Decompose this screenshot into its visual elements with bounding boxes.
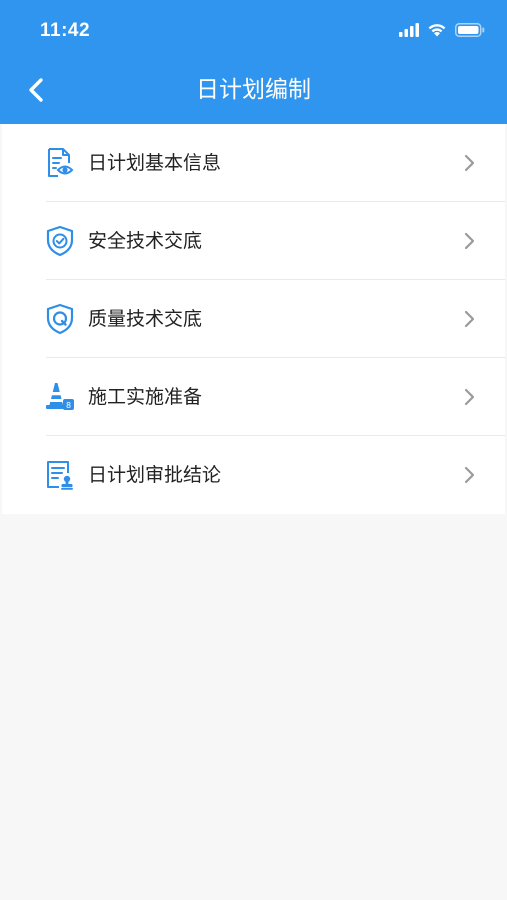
menu-list: 日计划基本信息 安全技术交底 质量技术交底 8 施工实施准备 日计划审批结论 [2, 124, 505, 514]
menu-item-approval-conclusion[interactable]: 日计划审批结论 [2, 436, 505, 514]
chevron-right-icon [463, 310, 475, 328]
chevron-right-icon [463, 466, 475, 484]
menu-item-label: 日计划审批结论 [88, 464, 222, 486]
document-stamp-icon [44, 459, 76, 491]
svg-text:8: 8 [66, 401, 71, 410]
menu-item-quality-briefing[interactable]: 质量技术交底 [2, 280, 505, 358]
menu-item-basic-info[interactable]: 日计划基本信息 [2, 124, 505, 202]
chevron-right-icon [463, 388, 475, 406]
status-time: 11:42 [40, 20, 91, 41]
shield-check-icon [44, 225, 76, 257]
menu-item-label: 质量技术交底 [88, 308, 203, 330]
traffic-cone-icon: 8 [44, 381, 76, 413]
menu-item-label: 施工实施准备 [88, 386, 203, 408]
menu-item-construction-prep[interactable]: 8 施工实施准备 [2, 358, 505, 436]
menu-item-label: 安全技术交底 [88, 230, 203, 252]
app-header: 11:42 日计划编制 [0, 0, 507, 124]
menu-item-label: 日计划基本信息 [88, 152, 222, 174]
nav-bar: 日计划编制 [0, 62, 507, 124]
signal-icon [399, 22, 419, 41]
chevron-right-icon [463, 154, 475, 172]
page-title: 日计划编制 [196, 77, 311, 103]
menu-item-safety-briefing[interactable]: 安全技术交底 [2, 202, 505, 280]
battery-icon [455, 22, 485, 41]
wifi-icon [427, 22, 447, 41]
shield-q-icon [44, 303, 76, 335]
status-bar: 11:42 [0, 0, 507, 62]
chevron-right-icon [463, 232, 475, 250]
document-eye-icon [44, 147, 76, 179]
status-icons [399, 22, 485, 41]
